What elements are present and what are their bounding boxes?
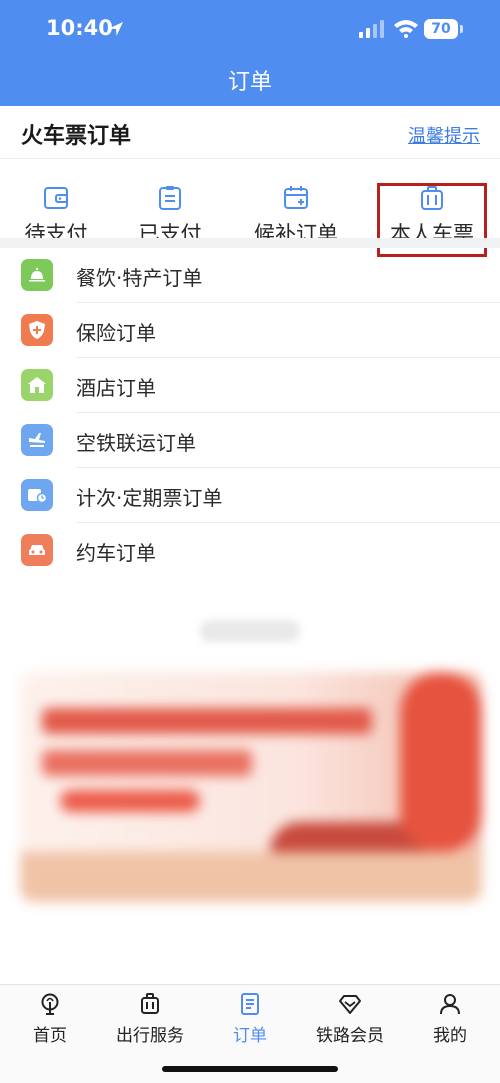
tab-paid[interactable]: 已支付 [132, 160, 208, 246]
list-item-label: 酒店订单 [76, 376, 156, 400]
list-item-label: 计次·定期票订单 [76, 486, 223, 510]
wifi-icon [394, 20, 418, 38]
list-item-insurance[interactable]: 保险订单 [0, 303, 500, 358]
nav-travel-services[interactable]: 出行服务 [100, 985, 200, 1055]
banner-shape [60, 790, 200, 812]
banner-shape [42, 750, 252, 776]
list-item-dining[interactable]: 餐饮·特产订单 [0, 248, 500, 303]
location-arrow-icon [109, 22, 123, 36]
battery-tip [460, 25, 463, 33]
nav-home[interactable]: 首页 [0, 985, 100, 1055]
list-item-hotel[interactable]: 酒店订单 [0, 358, 500, 413]
cellular-signal-icon [359, 20, 384, 38]
car-icon [21, 534, 53, 566]
luggage-icon [141, 993, 159, 1014]
banner-shape [400, 672, 482, 852]
diamond-icon [339, 995, 361, 1014]
nav-label: 出行服务 [116, 1026, 184, 1046]
dining-bell-icon [21, 259, 53, 291]
nav-railway-member[interactable]: 铁路会员 [300, 985, 400, 1055]
nav-label: 我的 [433, 1026, 467, 1046]
nav-label: 铁路会员 [316, 1026, 384, 1046]
nav-orders[interactable]: 订单 [200, 985, 300, 1055]
list-item-label: 餐饮·特产订单 [76, 266, 203, 290]
banner-shape [42, 708, 372, 734]
plane-train-icon [21, 424, 53, 456]
app-header: 10:40 70 订单 [0, 0, 500, 106]
section-divider [0, 238, 500, 248]
list-item-label: 约车订单 [76, 541, 156, 565]
hotel-icon [21, 369, 53, 401]
person-icon [440, 994, 460, 1015]
status-time: 10:40 [46, 16, 113, 40]
tab-pending-payment[interactable]: 待支付 [18, 160, 94, 246]
banner-shape [20, 852, 482, 902]
ticket-clock-icon [21, 479, 53, 511]
list-item-air-rail[interactable]: 空铁联运订单 [0, 413, 500, 468]
blurred-divider-label [200, 620, 300, 642]
list-item-ride[interactable]: 约车订单 [0, 523, 500, 578]
list-item-pass-ticket[interactable]: 计次·定期票订单 [0, 468, 500, 523]
tab-waitlist[interactable]: 候补订单 [248, 160, 344, 246]
wallet-icon [44, 187, 68, 209]
page-title: 订单 [227, 70, 272, 95]
nav-label: 订单 [233, 1026, 267, 1046]
home-indicator [162, 1066, 338, 1072]
list-item-label: 空铁联运订单 [76, 431, 196, 455]
nav-label: 首页 [33, 1026, 67, 1046]
status-bar: 10:40 70 [0, 0, 500, 60]
clipboard-icon [159, 186, 181, 210]
shield-plus-icon [21, 314, 53, 346]
list-item-label: 保险订单 [76, 321, 156, 345]
railway-home-icon [41, 993, 59, 1015]
calendar-add-icon [284, 186, 308, 209]
train-orders-title: 火车票订单 [21, 124, 132, 149]
order-doc-icon [241, 993, 259, 1015]
battery-indicator: 70 [424, 19, 458, 39]
nav-profile[interactable]: 我的 [400, 985, 500, 1055]
promo-banner[interactable] [20, 672, 482, 902]
train-orders-header: 火车票订单 温馨提示 [0, 106, 500, 159]
tips-link[interactable]: 温馨提示 [408, 122, 480, 148]
